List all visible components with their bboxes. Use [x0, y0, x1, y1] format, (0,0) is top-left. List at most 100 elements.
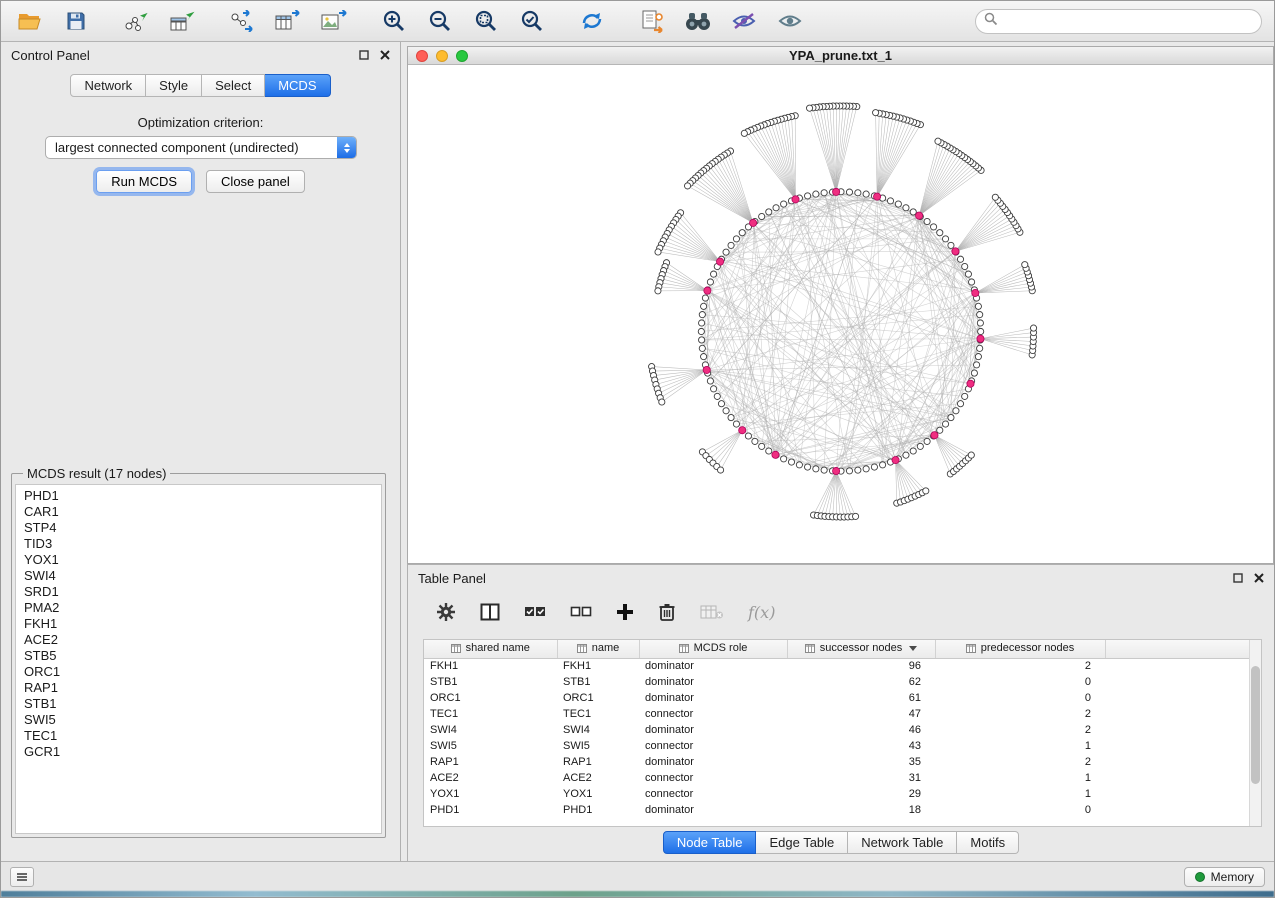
search-network-button[interactable]	[681, 6, 715, 36]
table-cell: ORC1	[424, 690, 557, 706]
search-input[interactable]	[998, 14, 1253, 28]
table-row[interactable]: STB1STB1dominator620	[424, 674, 1261, 690]
maximize-window-icon[interactable]	[456, 50, 468, 62]
column-header-mcds-role[interactable]: MCDS role	[639, 640, 787, 658]
list-item[interactable]: FKH1	[16, 616, 381, 632]
table-cell: dominator	[639, 674, 787, 690]
table-cell: dominator	[639, 722, 787, 738]
open-button[interactable]	[13, 6, 47, 36]
criterion-dropdown[interactable]: largest connected component (undirected)	[45, 136, 357, 159]
table-row[interactable]: ORC1ORC1dominator610	[424, 690, 1261, 706]
close-panel-icon[interactable]	[379, 50, 390, 61]
list-item[interactable]: TEC1	[16, 728, 381, 744]
show-columns-button[interactable]	[480, 603, 500, 621]
table-cell: PHD1	[424, 802, 557, 818]
table-row[interactable]: SWI4SWI4dominator462	[424, 722, 1261, 738]
table-row[interactable]: TEC1TEC1connector472	[424, 706, 1261, 722]
table-cell: 1	[935, 770, 1105, 786]
zoom-fit-button[interactable]	[469, 6, 503, 36]
zoom-out-button[interactable]	[423, 6, 457, 36]
close-panel-button[interactable]: Close panel	[206, 170, 305, 193]
tab-mcds[interactable]: MCDS	[265, 74, 330, 97]
column-header-name[interactable]: name	[557, 640, 639, 658]
close-window-icon[interactable]	[416, 50, 428, 62]
list-item[interactable]: ORC1	[16, 664, 381, 680]
column-header-successor-nodes[interactable]: successor nodes	[787, 640, 935, 658]
list-item[interactable]: GCR1	[16, 744, 381, 760]
save-button[interactable]	[59, 6, 93, 36]
dropdown-stepper-icon	[337, 137, 356, 158]
memory-button[interactable]: Memory	[1184, 867, 1265, 887]
binoculars-icon	[684, 10, 712, 32]
zoom-selected-button[interactable]	[515, 6, 549, 36]
network-canvas[interactable]	[408, 65, 1273, 563]
table-cell: 0	[935, 674, 1105, 690]
list-item[interactable]: YOX1	[16, 552, 381, 568]
hide-selected-button[interactable]	[727, 6, 761, 36]
table-row[interactable]: FKH1FKH1dominator962	[424, 658, 1261, 674]
tab-node-table[interactable]: Node Table	[663, 831, 757, 854]
table-row[interactable]: RAP1RAP1dominator352	[424, 754, 1261, 770]
table-cell: dominator	[639, 754, 787, 770]
tab-network-table[interactable]: Network Table	[848, 831, 957, 854]
table-row[interactable]: PHD1PHD1dominator180	[424, 802, 1261, 818]
tab-style[interactable]: Style	[146, 74, 202, 97]
export-image-button[interactable]	[317, 6, 351, 36]
open-folder-icon	[18, 11, 42, 31]
table-scrollbar[interactable]	[1249, 640, 1261, 826]
delete-column-button[interactable]	[658, 602, 676, 622]
minimize-window-icon[interactable]	[436, 50, 448, 62]
list-item[interactable]: SRD1	[16, 584, 381, 600]
zoom-in-button[interactable]	[377, 6, 411, 36]
column-header-shared-name[interactable]: shared name	[424, 640, 557, 658]
tab-edge-table[interactable]: Edge Table	[756, 831, 848, 854]
list-item[interactable]: TID3	[16, 536, 381, 552]
table-row[interactable]: YOX1YOX1connector291	[424, 786, 1261, 802]
list-item[interactable]: SWI4	[16, 568, 381, 584]
select-all-button[interactable]	[524, 603, 546, 621]
deselect-all-button[interactable]	[570, 603, 592, 621]
list-item[interactable]: SWI5	[16, 712, 381, 728]
table-cell: 0	[935, 802, 1105, 818]
export-network-button[interactable]	[225, 6, 259, 36]
tab-motifs[interactable]: Motifs	[957, 831, 1019, 854]
table-cell: 2	[935, 754, 1105, 770]
table-cell: ACE2	[557, 770, 639, 786]
node-table-container: shared name name MCDS role successor nod…	[423, 639, 1262, 827]
function-builder-button[interactable]: f(x)	[748, 603, 775, 622]
list-item[interactable]: PHD1	[16, 488, 381, 504]
mcds-result-list[interactable]: PHD1CAR1STP4TID3YOX1SWI4SRD1PMA2FKH1ACE2…	[15, 484, 382, 834]
list-item[interactable]: STB1	[16, 696, 381, 712]
import-table-button[interactable]	[165, 6, 199, 36]
status-menu-button[interactable]	[10, 867, 34, 887]
add-column-button[interactable]	[616, 603, 634, 621]
table-settings-button[interactable]	[436, 602, 456, 622]
list-item[interactable]: PMA2	[16, 600, 381, 616]
tab-network[interactable]: Network	[70, 74, 146, 97]
run-mcds-button[interactable]: Run MCDS	[96, 170, 192, 193]
table-row[interactable]: SWI5SWI5connector431	[424, 738, 1261, 754]
node-table-body: FKH1FKH1dominator962STB1STB1dominator620…	[424, 658, 1261, 818]
close-panel-icon[interactable]	[1253, 573, 1264, 584]
import-network-button[interactable]	[119, 6, 153, 36]
list-item[interactable]: STB5	[16, 648, 381, 664]
export-table-button[interactable]	[271, 6, 305, 36]
table-row[interactable]: ACE2ACE2connector311	[424, 770, 1261, 786]
first-neighbors-button[interactable]	[635, 6, 669, 36]
global-search-field[interactable]	[975, 9, 1262, 34]
application-window: Control Panel Network Style Select MCDS …	[0, 0, 1275, 898]
list-item[interactable]: CAR1	[16, 504, 381, 520]
list-item[interactable]: ACE2	[16, 632, 381, 648]
float-panel-icon[interactable]	[1232, 573, 1243, 584]
network-window-titlebar[interactable]: YPA_prune.txt_1	[408, 47, 1273, 65]
table-scrollbar-thumb[interactable]	[1251, 666, 1260, 784]
column-header-predecessor-nodes[interactable]: predecessor nodes	[935, 640, 1105, 658]
criterion-dropdown-value: largest connected component (undirected)	[46, 140, 337, 155]
column-type-icon	[451, 644, 461, 653]
show-all-button[interactable]	[773, 6, 807, 36]
list-item[interactable]: STP4	[16, 520, 381, 536]
apply-layout-button[interactable]	[575, 6, 609, 36]
tab-select[interactable]: Select	[202, 74, 265, 97]
list-item[interactable]: RAP1	[16, 680, 381, 696]
float-panel-icon[interactable]	[358, 50, 369, 61]
